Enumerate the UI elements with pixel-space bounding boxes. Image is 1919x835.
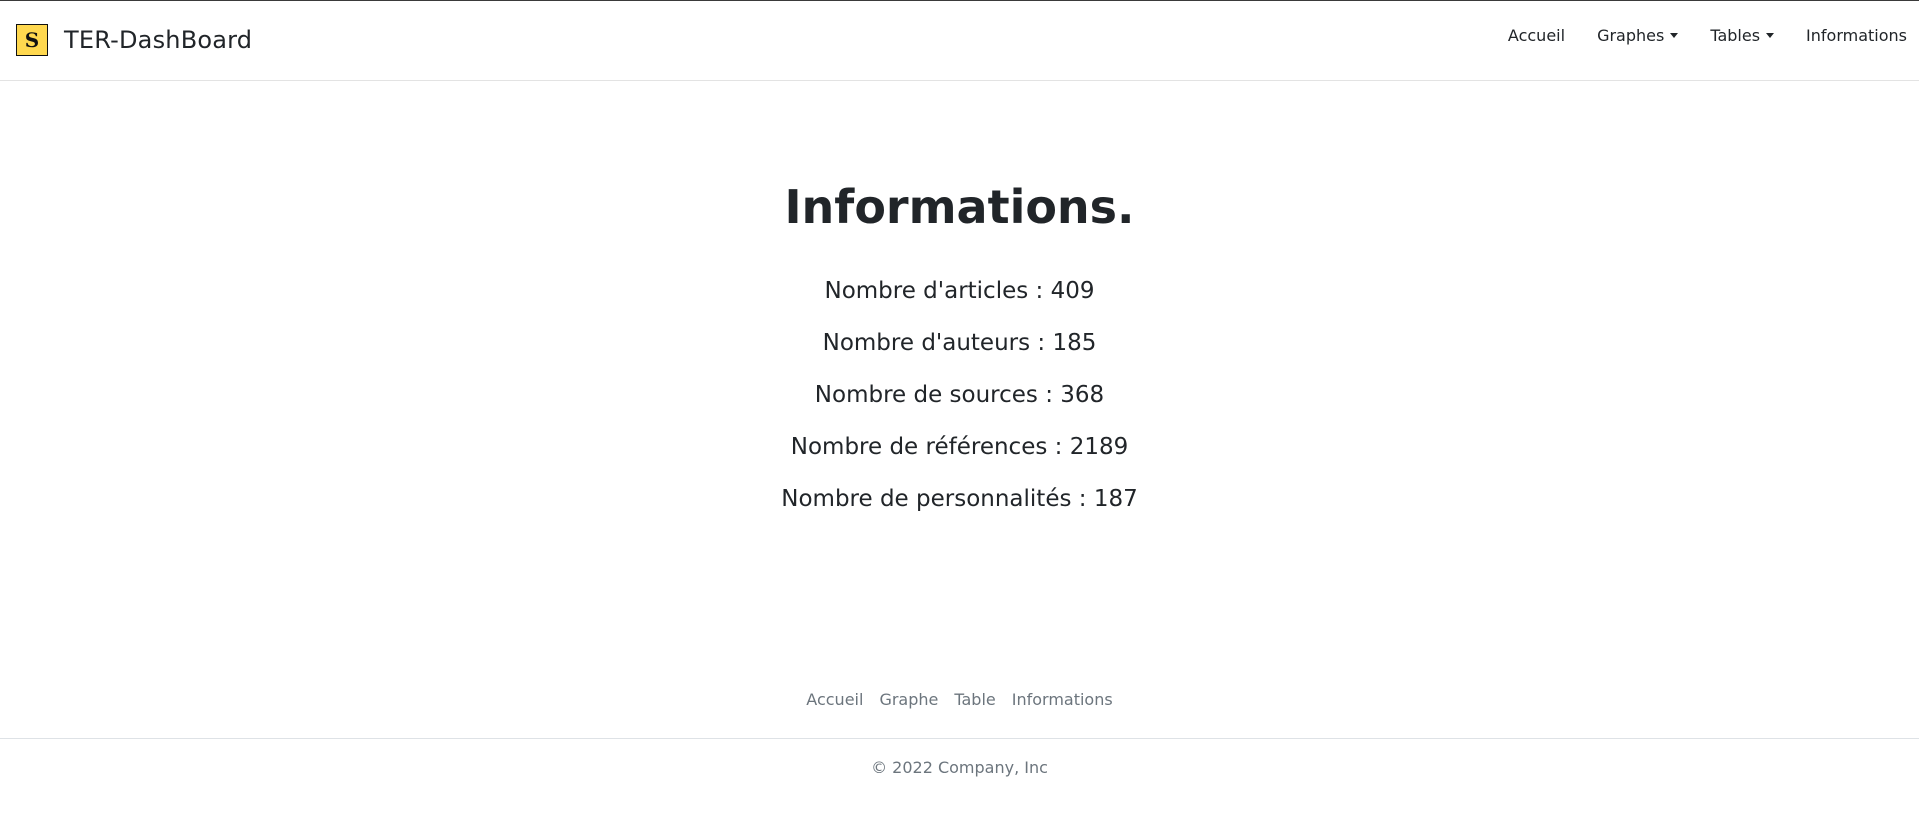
brand-name: TER-DashBoard — [64, 26, 253, 54]
nav-item-accueil[interactable]: Accueil — [1508, 26, 1565, 45]
page-title: Informations. — [784, 180, 1135, 234]
stat-articles: Nombre d'articles : 409 — [824, 278, 1095, 304]
stats-list: Nombre d'articles : 409 Nombre d'auteurs… — [0, 265, 1919, 525]
nav-item-label: Graphes — [1597, 26, 1665, 45]
stat-authors: Nombre d'auteurs : 185 — [822, 330, 1097, 356]
main-nav: Accueil Graphes Tables Informations — [1508, 26, 1919, 45]
caret-down-icon — [1766, 33, 1775, 38]
footer-nav: Accueil Graphe Table Informations — [0, 690, 1919, 709]
footer-link-informations[interactable]: Informations — [1012, 690, 1113, 709]
navbar: S TER-DashBoard Accueil Graphes Tables I… — [0, 1, 1919, 81]
brand-link[interactable]: S TER-DashBoard — [16, 24, 252, 56]
footer-link-accueil[interactable]: Accueil — [806, 690, 863, 709]
footer-link-table[interactable]: Table — [954, 690, 995, 709]
main-content: Informations. Nombre d'articles : 409 No… — [0, 175, 1919, 525]
nav-item-graphes[interactable]: Graphes — [1597, 26, 1679, 45]
stat-references: Nombre de références : 2189 — [790, 434, 1129, 460]
footer-link-graphe[interactable]: Graphe — [879, 690, 938, 709]
nav-item-tables[interactable]: Tables — [1710, 26, 1775, 45]
footer-divider — [0, 738, 1919, 739]
nav-item-label: Informations — [1806, 26, 1907, 45]
copyright-text: © 2022 Company, Inc — [871, 758, 1048, 777]
caret-down-icon — [1670, 33, 1679, 38]
stat-personalities: Nombre de personnalités : 187 — [781, 486, 1138, 512]
nav-item-label: Tables — [1710, 26, 1761, 45]
s-logo-icon: S — [16, 24, 48, 56]
stat-sources: Nombre de sources : 368 — [814, 382, 1105, 408]
nav-item-informations[interactable]: Informations — [1806, 26, 1907, 45]
nav-item-label: Accueil — [1507, 26, 1566, 45]
